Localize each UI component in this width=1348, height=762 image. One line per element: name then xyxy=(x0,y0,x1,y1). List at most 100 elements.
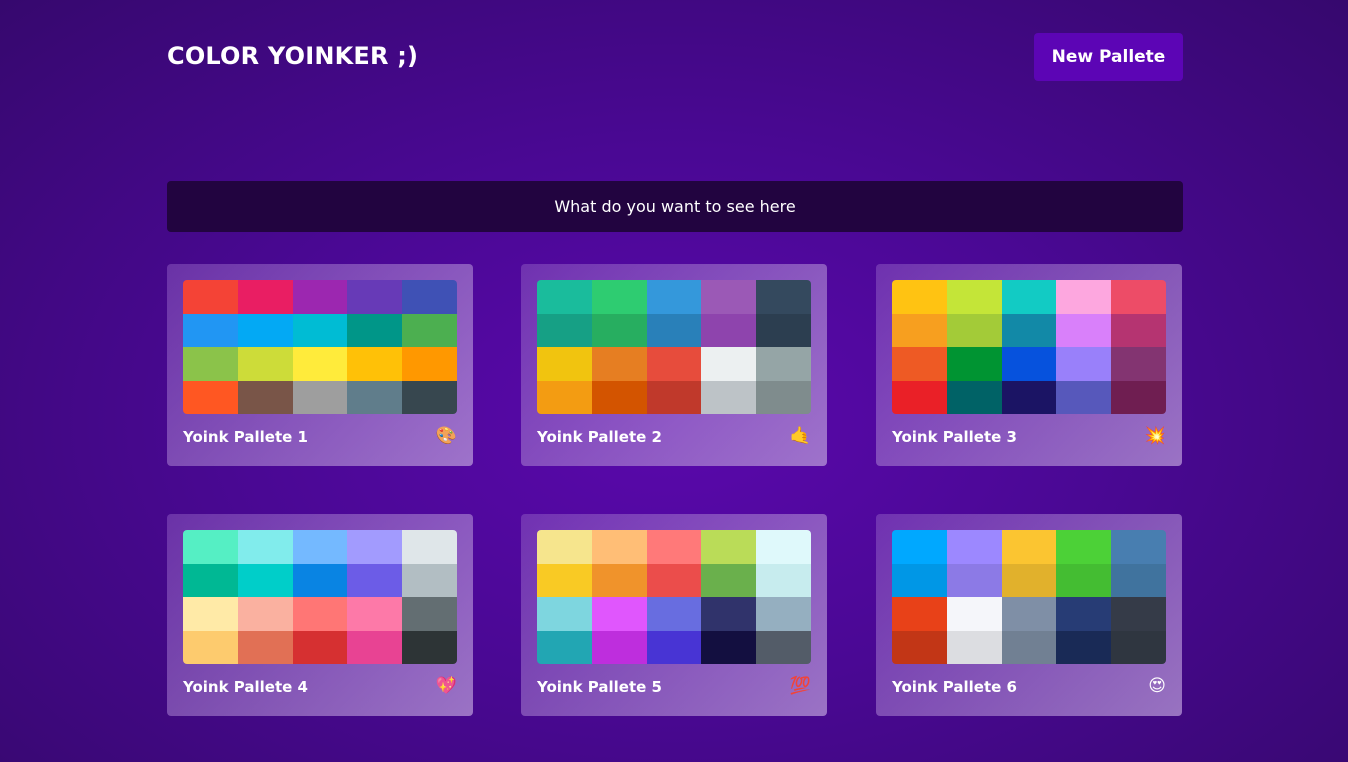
search-input[interactable] xyxy=(167,181,1183,232)
color-swatch[interactable] xyxy=(537,597,592,631)
color-swatch[interactable] xyxy=(946,313,1002,347)
color-swatch[interactable] xyxy=(1001,563,1057,597)
color-swatch[interactable] xyxy=(292,347,348,381)
color-swatch[interactable] xyxy=(1111,380,1166,414)
color-swatch[interactable] xyxy=(892,380,947,414)
color-swatch[interactable] xyxy=(591,630,647,664)
palette-card[interactable]: Yoink Pallete 3 💥 xyxy=(876,264,1182,466)
color-swatch[interactable] xyxy=(892,347,947,381)
color-swatch[interactable] xyxy=(1111,530,1166,564)
color-swatch[interactable] xyxy=(756,563,811,597)
color-swatch[interactable] xyxy=(701,530,757,564)
color-swatch[interactable] xyxy=(183,597,238,631)
color-swatch[interactable] xyxy=(646,313,702,347)
color-swatch[interactable] xyxy=(402,347,457,381)
color-swatch[interactable] xyxy=(292,313,348,347)
color-swatch[interactable] xyxy=(402,530,457,564)
color-swatch[interactable] xyxy=(701,630,757,664)
color-swatch[interactable] xyxy=(946,630,1002,664)
color-swatch[interactable] xyxy=(892,530,947,564)
color-swatch[interactable] xyxy=(347,313,403,347)
color-swatch[interactable] xyxy=(237,597,293,631)
color-swatch[interactable] xyxy=(646,597,702,631)
color-swatch[interactable] xyxy=(347,630,403,664)
color-swatch[interactable] xyxy=(646,380,702,414)
color-swatch[interactable] xyxy=(756,280,811,314)
color-swatch[interactable] xyxy=(537,630,592,664)
color-swatch[interactable] xyxy=(347,530,403,564)
color-swatch[interactable] xyxy=(1111,280,1166,314)
color-swatch[interactable] xyxy=(347,563,403,597)
color-swatch[interactable] xyxy=(402,280,457,314)
color-swatch[interactable] xyxy=(347,597,403,631)
color-swatch[interactable] xyxy=(237,280,293,314)
palette-card[interactable]: Yoink Pallete 6 😍 xyxy=(876,514,1182,716)
color-swatch[interactable] xyxy=(892,597,947,631)
color-swatch[interactable] xyxy=(183,630,238,664)
palette-card[interactable]: Yoink Pallete 4 💖 xyxy=(167,514,473,716)
color-swatch[interactable] xyxy=(756,530,811,564)
color-swatch[interactable] xyxy=(183,380,238,414)
color-swatch[interactable] xyxy=(701,313,757,347)
color-swatch[interactable] xyxy=(237,630,293,664)
color-swatch[interactable] xyxy=(591,380,647,414)
color-swatch[interactable] xyxy=(347,347,403,381)
color-swatch[interactable] xyxy=(1056,630,1112,664)
color-swatch[interactable] xyxy=(591,347,647,381)
color-swatch[interactable] xyxy=(292,530,348,564)
color-swatch[interactable] xyxy=(591,313,647,347)
color-swatch[interactable] xyxy=(646,563,702,597)
color-swatch[interactable] xyxy=(292,597,348,631)
color-swatch[interactable] xyxy=(1001,630,1057,664)
color-swatch[interactable] xyxy=(646,630,702,664)
color-swatch[interactable] xyxy=(591,563,647,597)
color-swatch[interactable] xyxy=(1111,597,1166,631)
new-palette-button[interactable]: New Pallete xyxy=(1034,33,1183,81)
color-swatch[interactable] xyxy=(1001,280,1057,314)
color-swatch[interactable] xyxy=(1056,563,1112,597)
color-swatch[interactable] xyxy=(892,280,947,314)
color-swatch[interactable] xyxy=(946,380,1002,414)
color-swatch[interactable] xyxy=(183,530,238,564)
color-swatch[interactable] xyxy=(237,530,293,564)
color-swatch[interactable] xyxy=(1056,313,1112,347)
color-swatch[interactable] xyxy=(183,280,238,314)
color-swatch[interactable] xyxy=(347,380,403,414)
color-swatch[interactable] xyxy=(701,597,757,631)
color-swatch[interactable] xyxy=(946,563,1002,597)
color-swatch[interactable] xyxy=(1056,530,1112,564)
color-swatch[interactable] xyxy=(701,380,757,414)
color-swatch[interactable] xyxy=(237,347,293,381)
color-swatch[interactable] xyxy=(1111,563,1166,597)
color-swatch[interactable] xyxy=(1001,380,1057,414)
color-swatch[interactable] xyxy=(537,313,592,347)
color-swatch[interactable] xyxy=(646,530,702,564)
color-swatch[interactable] xyxy=(237,380,293,414)
color-swatch[interactable] xyxy=(701,347,757,381)
color-swatch[interactable] xyxy=(347,280,403,314)
color-swatch[interactable] xyxy=(1001,313,1057,347)
color-swatch[interactable] xyxy=(1001,597,1057,631)
color-swatch[interactable] xyxy=(402,630,457,664)
color-swatch[interactable] xyxy=(892,630,947,664)
color-swatch[interactable] xyxy=(646,280,702,314)
color-swatch[interactable] xyxy=(237,313,293,347)
color-swatch[interactable] xyxy=(1056,597,1112,631)
color-swatch[interactable] xyxy=(946,597,1002,631)
color-swatch[interactable] xyxy=(292,630,348,664)
color-swatch[interactable] xyxy=(402,597,457,631)
color-swatch[interactable] xyxy=(946,347,1002,381)
color-swatch[interactable] xyxy=(292,280,348,314)
color-swatch[interactable] xyxy=(756,347,811,381)
palette-card[interactable]: Yoink Pallete 2 🤙 xyxy=(521,264,827,466)
color-swatch[interactable] xyxy=(1111,347,1166,381)
color-swatch[interactable] xyxy=(756,313,811,347)
color-swatch[interactable] xyxy=(646,347,702,381)
color-swatch[interactable] xyxy=(183,313,238,347)
color-swatch[interactable] xyxy=(1056,347,1112,381)
color-swatch[interactable] xyxy=(292,563,348,597)
color-swatch[interactable] xyxy=(701,563,757,597)
palette-card[interactable]: Yoink Pallete 5 💯 xyxy=(521,514,827,716)
color-swatch[interactable] xyxy=(591,530,647,564)
color-swatch[interactable] xyxy=(946,280,1002,314)
